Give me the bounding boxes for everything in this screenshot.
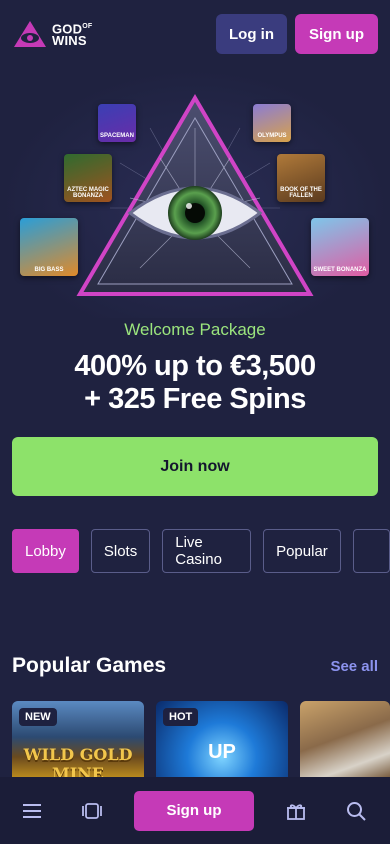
signup-button[interactable]: Sign up bbox=[295, 14, 378, 54]
game-card-up[interactable]: HOT UP bbox=[156, 701, 288, 781]
tab-lobby[interactable]: Lobby bbox=[12, 529, 79, 573]
new-badge: NEW bbox=[19, 708, 57, 726]
game-tile-aztec-bonanza[interactable]: AZTEC MAGIC BONANZA bbox=[64, 154, 112, 202]
hero-banner: SPACEMAN OLYMPUS AZTEC MAGIC BONANZA BOO… bbox=[0, 68, 390, 318]
logo[interactable]: GODOF WINS bbox=[12, 19, 92, 49]
bottom-signup-button[interactable]: Sign up bbox=[134, 790, 254, 831]
search-icon[interactable] bbox=[342, 797, 370, 825]
game-tile-book-of-the-fallen[interactable]: BOOK OF THE FALLEN bbox=[277, 154, 325, 202]
tab-more[interactable] bbox=[352, 529, 390, 573]
game-card-zeus[interactable] bbox=[300, 701, 390, 781]
promo-title: 400% up to €3,500 + 325 Free Spins bbox=[74, 350, 316, 415]
game-card-title: WILD GOLD MINE bbox=[23, 745, 133, 781]
login-button[interactable]: Log in bbox=[216, 14, 287, 54]
tab-live-casino[interactable]: Live Casino bbox=[162, 529, 252, 573]
game-card-wild-gold-mine[interactable]: NEW WILD GOLD MINE bbox=[12, 701, 144, 781]
popular-games-list: NEW WILD GOLD MINE HOT UP bbox=[12, 701, 390, 781]
tab-slots[interactable]: Slots bbox=[90, 529, 151, 573]
logo-text: GODOF WINS bbox=[52, 21, 93, 49]
tab-popular[interactable]: Popular bbox=[263, 529, 341, 573]
popular-games-header: Popular Games See all bbox=[12, 654, 378, 678]
eye-pyramid-illustration bbox=[76, 94, 314, 296]
see-all-link[interactable]: See all bbox=[330, 658, 378, 675]
promo-subtitle: Welcome Package bbox=[124, 320, 266, 339]
bottom-navigation: Sign up bbox=[0, 777, 390, 844]
game-tile-spaceman[interactable]: SPACEMAN bbox=[98, 104, 136, 142]
join-now-button[interactable]: Join now bbox=[12, 437, 378, 496]
gift-icon[interactable] bbox=[282, 797, 310, 825]
site-header: GODOF WINS Log in Sign up bbox=[0, 0, 390, 68]
cards-icon[interactable] bbox=[78, 797, 106, 825]
game-card-title: UP bbox=[208, 741, 236, 763]
game-tile-sweet-bonanza[interactable]: SWEET BONANZA bbox=[311, 218, 369, 276]
game-tile-big-bass[interactable]: BIG BASS bbox=[20, 218, 78, 276]
section-title: Popular Games bbox=[12, 654, 167, 677]
menu-icon[interactable] bbox=[18, 797, 46, 825]
eye-pyramid-logo-icon bbox=[14, 21, 46, 47]
game-tile-olympus[interactable]: OLYMPUS bbox=[253, 104, 291, 142]
category-tabs: Lobby Slots Live Casino Popular bbox=[12, 529, 390, 573]
hot-badge: HOT bbox=[163, 708, 199, 726]
